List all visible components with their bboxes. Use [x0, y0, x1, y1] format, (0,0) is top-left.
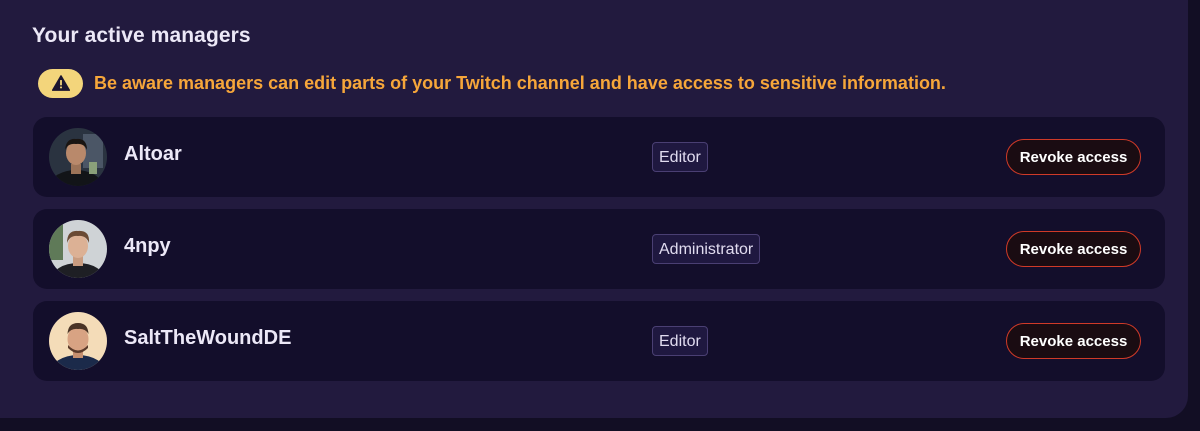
manager-row: Altoar Editor Revoke access — [33, 117, 1165, 197]
manager-name: Altoar — [124, 143, 182, 165]
role-badge: Editor — [652, 326, 708, 356]
revoke-access-button[interactable]: Revoke access — [1006, 139, 1141, 175]
role-badge: Editor — [652, 142, 708, 172]
manager-name: SaltTheWoundDE — [124, 327, 292, 349]
revoke-access-button[interactable]: Revoke access — [1006, 323, 1141, 359]
manager-row: 4npy Administrator Revoke access — [33, 209, 1165, 289]
manager-list: Altoar Editor Revoke access 4npy Adminis… — [33, 117, 1165, 393]
role-badge: Administrator — [652, 234, 761, 264]
avatar — [49, 312, 107, 370]
avatar — [49, 128, 107, 186]
warning-triangle-icon — [38, 68, 83, 98]
manager-name: 4npy — [124, 235, 171, 257]
avatar — [49, 220, 107, 278]
warning-banner: Be aware managers can edit parts of your… — [38, 68, 946, 98]
manager-row: SaltTheWoundDE Editor Revoke access — [33, 301, 1165, 381]
revoke-access-button[interactable]: Revoke access — [1006, 231, 1141, 267]
warning-text: Be aware managers can edit parts of your… — [94, 72, 946, 93]
managers-panel: Your active managers Be aware managers c… — [0, 0, 1188, 418]
page-title: Your active managers — [32, 24, 251, 47]
